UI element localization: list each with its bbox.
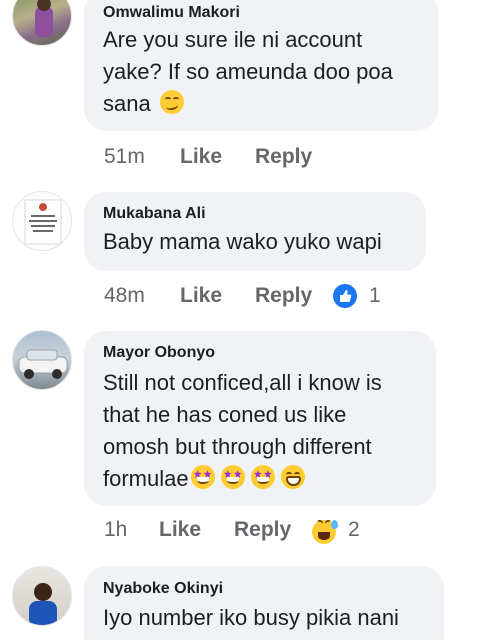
comment-text-line: yake? If so ameunda doo poa	[103, 59, 393, 84]
avatar[interactable]	[12, 0, 72, 46]
avatar-photo	[35, 0, 53, 37]
comment-author[interactable]: Mayor Obonyo	[103, 344, 215, 362]
comments-feed: Omwalimu Makori Are you sure ile ni acco…	[0, 0, 480, 640]
avatar[interactable]	[12, 191, 72, 251]
thumbs-up-icon	[340, 290, 352, 302]
comment-timestamp: 48m	[104, 284, 145, 307]
comment-bubble[interactable]: Omwalimu Makori Are you sure ile ni acco…	[84, 0, 438, 131]
comment-text-line: Still not conficed,all i know is	[103, 370, 382, 395]
comment-author[interactable]: Mukabana Ali	[103, 205, 206, 223]
comment-text-line-wrap: formulae	[103, 463, 422, 495]
comment-text-line-wrap: sana	[103, 88, 424, 120]
avatar[interactable]	[12, 566, 72, 626]
star-struck-face-icon	[190, 465, 215, 489]
comment-bubble[interactable]: Mukabana Ali Baby mama wako yuko wapi	[84, 192, 426, 271]
comment-text: Are you sure ile ni account yake? If so …	[103, 24, 424, 120]
comment-text: Iyo number iko busy pikia nani	[103, 602, 430, 634]
like-reaction-icon[interactable]	[333, 284, 357, 308]
comment-text-line: omosh but through different	[103, 434, 372, 459]
avatar-photo	[29, 583, 57, 625]
like-button[interactable]: Like	[159, 518, 201, 542]
comment-text-line: Baby mama wako yuko wapi	[103, 229, 382, 254]
avatar-car-photo	[18, 349, 68, 379]
star-struck-face-icon	[250, 465, 275, 489]
reaction-count[interactable]: 2	[348, 518, 360, 542]
avatar-poster	[24, 199, 62, 245]
like-button[interactable]: Like	[180, 145, 222, 169]
reaction-count[interactable]: 1	[369, 284, 381, 308]
comment-text-line: formulae	[103, 466, 189, 491]
comment-text-line: Are you sure ile ni account	[103, 27, 363, 52]
avatar[interactable]	[12, 330, 72, 390]
comment-text-line: that he has coned us like	[103, 402, 347, 427]
comment-text-line: Iyo number iko busy pikia nani	[103, 605, 399, 630]
comment-text-line: sana	[103, 91, 151, 116]
comment-author[interactable]: Nyaboke Okinyi	[103, 580, 223, 598]
comment-text: Still not conficed,all i know is that he…	[103, 367, 422, 495]
comment-text: Baby mama wako yuko wapi	[103, 226, 412, 258]
reply-button[interactable]: Reply	[255, 284, 312, 308]
comment-bubble[interactable]: Mayor Obonyo Still not conficed,all i kn…	[84, 331, 436, 506]
haha-reaction-icon[interactable]	[312, 519, 338, 544]
reply-button[interactable]: Reply	[255, 145, 312, 169]
smirk-face-icon	[159, 90, 184, 114]
comment-timestamp: 51m	[104, 145, 145, 168]
comment-bubble[interactable]: Nyaboke Okinyi Iyo number iko busy pikia…	[84, 566, 444, 640]
reply-button[interactable]: Reply	[234, 518, 291, 542]
comment-timestamp: 1h	[104, 518, 128, 541]
like-button[interactable]: Like	[180, 284, 222, 308]
comment-author[interactable]: Omwalimu Makori	[103, 4, 240, 22]
grimacing-face-icon	[280, 465, 305, 489]
star-struck-face-icon	[220, 465, 245, 489]
